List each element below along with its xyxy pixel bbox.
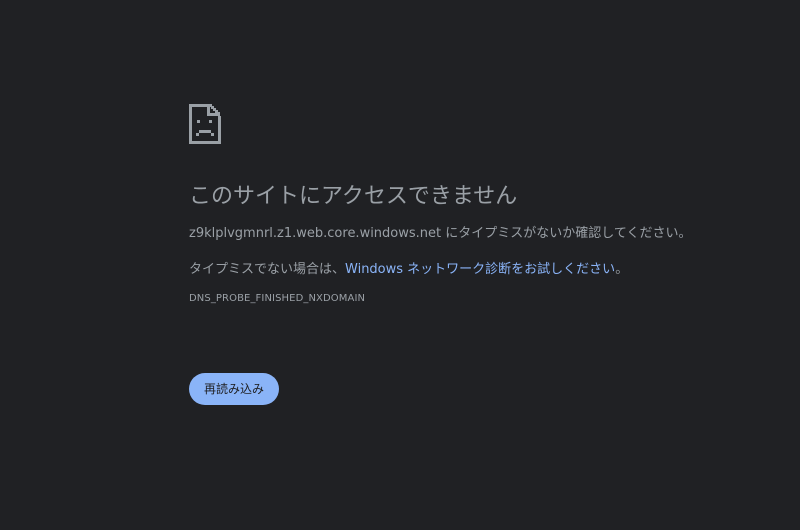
- host-name: z9klplvgmnrl.z1.web.core.windows.net: [189, 226, 442, 242]
- diagnostics-suffix: 。: [615, 261, 629, 277]
- reload-button[interactable]: 再読み込み: [189, 373, 279, 405]
- diagnostics-suggestion: タイプミスでない場合は、Windows ネットワーク診断をお試しください。: [189, 260, 749, 280]
- error-title: このサイトにアクセスできません: [189, 184, 518, 209]
- host-check-message: z9klplvgmnrl.z1.web.core.windows.net にタイ…: [189, 224, 749, 244]
- sad-page-icon: [189, 104, 221, 144]
- error-page: このサイトにアクセスできません z9klplvgmnrl.z1.web.core…: [0, 0, 800, 530]
- diagnostics-prefix: タイプミスでない場合は、: [189, 261, 346, 277]
- error-code: DNS_PROBE_FINISHED_NXDOMAIN: [189, 293, 366, 305]
- network-diagnostics-link[interactable]: Windows ネットワーク診断をお試しください: [345, 262, 615, 277]
- host-check-suffix: にタイプミスがないか確認してください。: [441, 226, 692, 242]
- error-content: このサイトにアクセスできません z9klplvgmnrl.z1.web.core…: [189, 104, 749, 304]
